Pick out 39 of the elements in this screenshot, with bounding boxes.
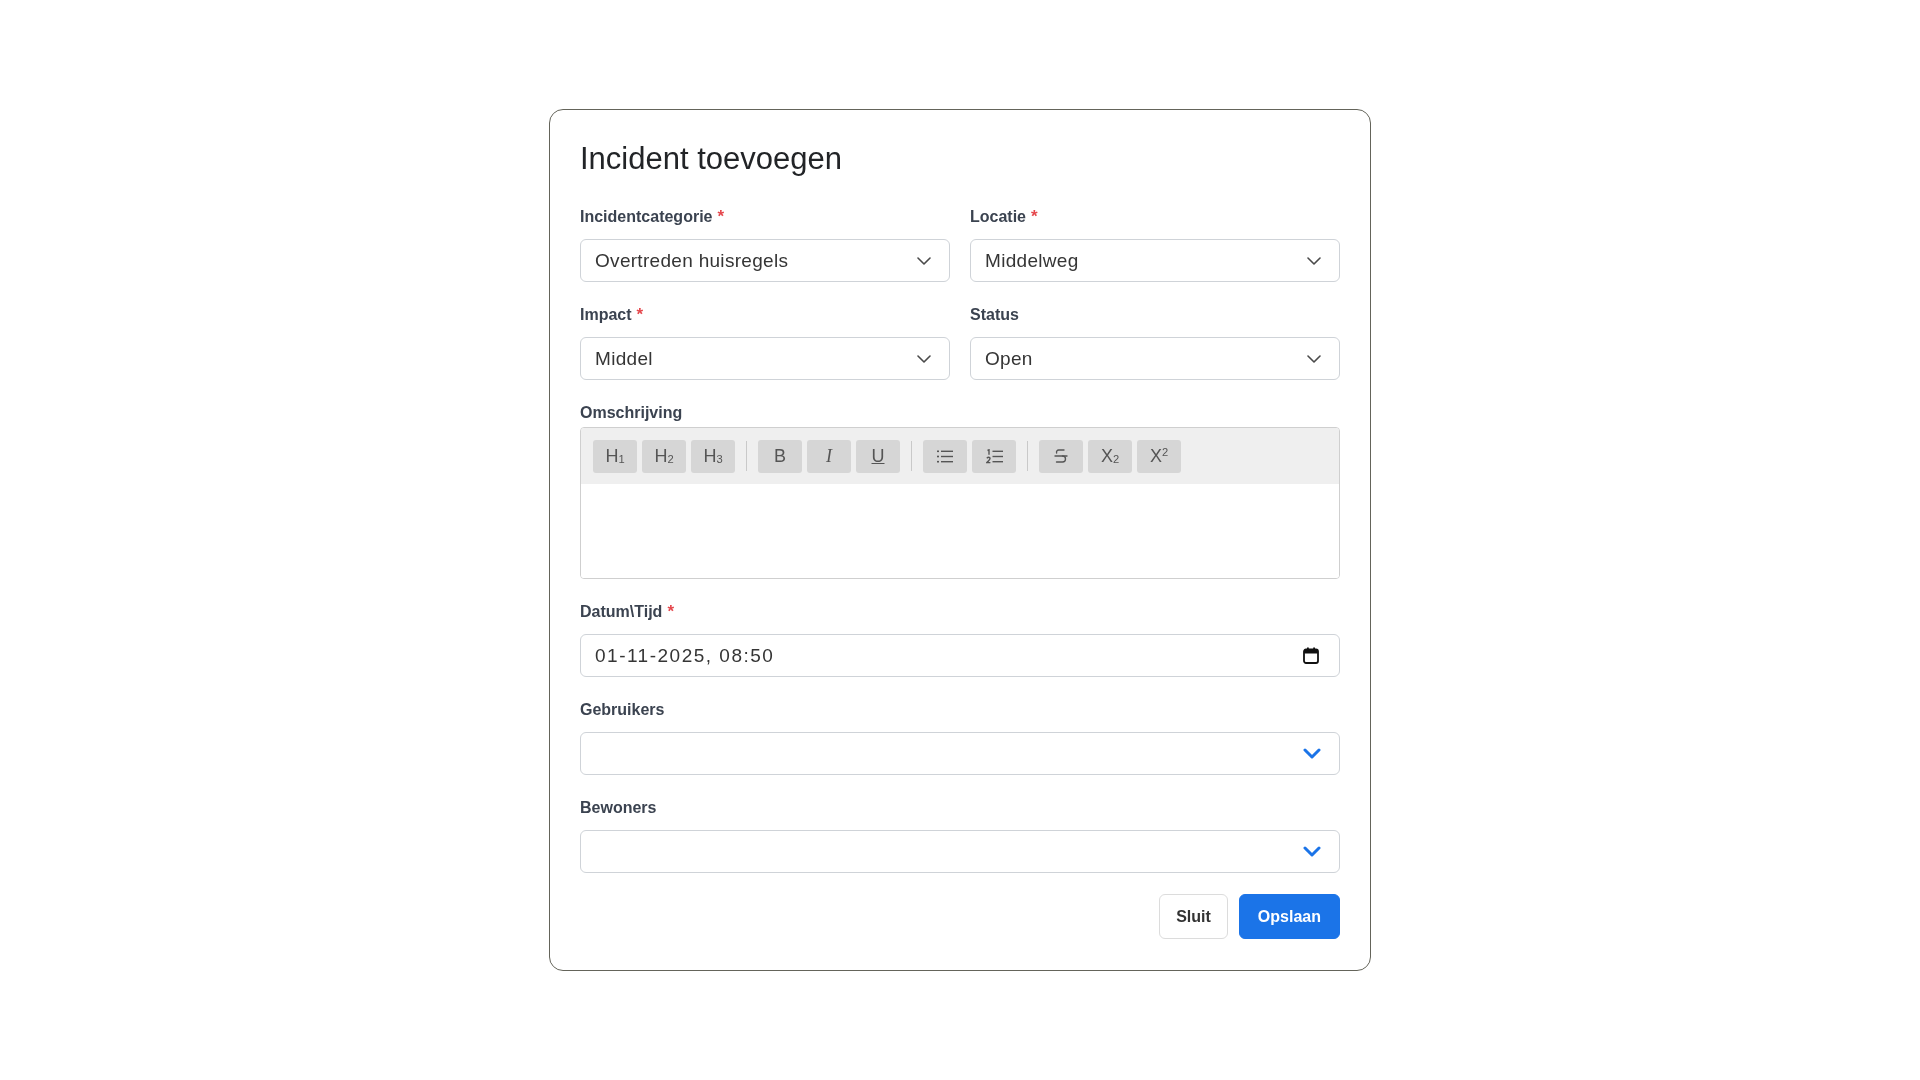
- select-field[interactable]: Middel: [580, 337, 950, 380]
- required-mark: *: [667, 602, 674, 622]
- select-field[interactable]: Overtreden huisregels: [580, 239, 950, 282]
- strikethrough-button[interactable]: [1039, 439, 1083, 473]
- required-mark: *: [636, 305, 644, 325]
- chevron-down-icon: [917, 256, 931, 265]
- numbered-list-button[interactable]: [972, 439, 1016, 473]
- chevron-down-icon: [1303, 846, 1321, 857]
- multi-select-field[interactable]: [580, 732, 1340, 775]
- strikethrough-icon: [1052, 447, 1070, 465]
- field-label: Locatie: [970, 207, 1026, 227]
- numbered-list-icon: [985, 448, 1003, 464]
- chevron-down-icon: [1307, 354, 1321, 363]
- chevron-down-icon: [1307, 256, 1321, 265]
- field-label: Bewoners: [580, 798, 657, 818]
- field-label: Gebruikers: [580, 700, 665, 720]
- field-label: Incidentcategorie: [580, 207, 713, 227]
- required-mark: *: [1031, 207, 1038, 227]
- underline-button[interactable]: U: [856, 439, 900, 473]
- required-mark: *: [717, 207, 725, 227]
- chevron-down-icon: [1303, 748, 1321, 759]
- bullet-list-icon: [937, 449, 953, 463]
- save-button[interactable]: Opslaan: [1238, 894, 1340, 939]
- select-field[interactable]: Middelweg: [970, 239, 1340, 282]
- field-label: Omschrijving: [580, 403, 683, 423]
- bold-button[interactable]: B: [758, 439, 802, 473]
- multi-select-field[interactable]: [580, 830, 1340, 873]
- field-label: Status: [970, 305, 1019, 325]
- bullet-list-button[interactable]: [923, 439, 967, 473]
- date-time-field[interactable]: 01-11-2025, 08:50: [580, 634, 1340, 677]
- close-button[interactable]: Sluit: [1159, 894, 1228, 939]
- field-label: Impact: [580, 305, 632, 325]
- select-field[interactable]: Open: [970, 337, 1340, 380]
- italic-button[interactable]: I: [807, 439, 851, 473]
- calendar-icon: [1303, 647, 1319, 664]
- chevron-down-icon: [917, 354, 931, 363]
- superscript-button[interactable]: X$^{2}$: [1137, 439, 1181, 473]
- field-label: Datum\Tijd: [580, 602, 663, 622]
- dialog-title: Incident toevoegen: [580, 142, 842, 176]
